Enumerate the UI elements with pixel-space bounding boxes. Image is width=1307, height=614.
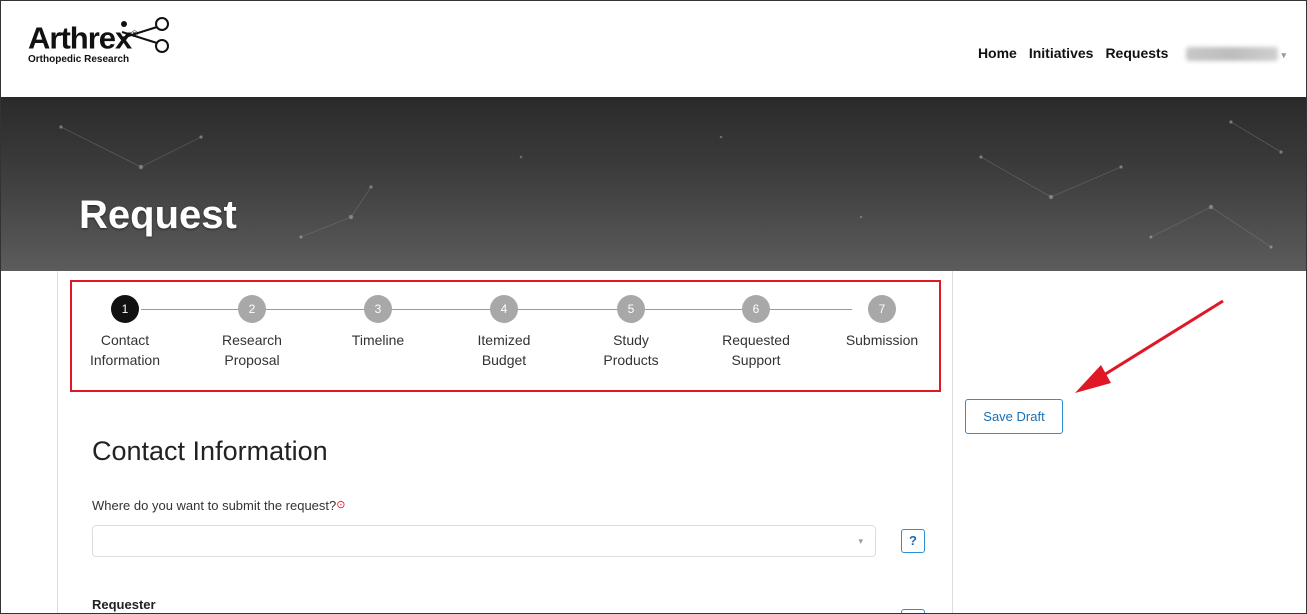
chevron-down-icon: ▾ (1281, 50, 1286, 60)
chevron-down-icon: ▾ (858, 536, 863, 546)
user-menu[interactable]: ▾ (1180, 45, 1286, 62)
arthrex-logo[interactable]: Arthrex® Orthopedic Research (28, 17, 169, 65)
requester-heading: Requester (92, 597, 156, 612)
page-title: Request (79, 193, 237, 237)
step-number-badge: 2 (238, 295, 266, 323)
nav-requests[interactable]: Requests (1105, 45, 1168, 61)
scissors-logo-icon (121, 17, 169, 53)
step-research-proposal[interactable]: 2 Research Proposal (197, 295, 307, 370)
step-study-products[interactable]: 5 Study Products (576, 295, 686, 370)
step-submission[interactable]: 7 Submission (827, 295, 937, 350)
help-button[interactable]: ? (901, 529, 925, 553)
step-number-badge: 5 (617, 295, 645, 323)
nav-initiatives[interactable]: Initiatives (1029, 45, 1094, 61)
step-number-badge: 7 (868, 295, 896, 323)
requester-help-button[interactable] (901, 609, 925, 613)
request-form-card: 1 Contact Information 2 Research Proposal … (57, 271, 953, 613)
save-draft-button[interactable]: Save Draft (965, 399, 1063, 434)
step-number-badge: 1 (111, 295, 139, 323)
step-label: Study Products (603, 332, 659, 368)
progress-stepper: 1 Contact Information 2 Research Proposal … (70, 280, 941, 392)
step-number-badge: 3 (364, 295, 392, 323)
app-window: Arthrex® Orthopedic Research Home Initia… (0, 0, 1307, 614)
step-timeline[interactable]: 3 Timeline (323, 295, 433, 350)
step-label: Contact Information (89, 332, 161, 368)
step-contact-information[interactable]: 1 Contact Information (70, 295, 180, 370)
top-navbar: Arthrex® Orthopedic Research Home Initia… (1, 1, 1306, 97)
question-text: Where do you want to submit the request? (92, 498, 337, 513)
step-label: Itemized Budget (477, 332, 531, 368)
step-itemized-budget[interactable]: 4 Itemized Budget (449, 295, 559, 370)
main-nav: Home Initiatives Requests ▾ (978, 45, 1286, 62)
required-icon: ⊙ (336, 499, 346, 511)
step-label: Requested Support (722, 332, 790, 368)
step-number-badge: 6 (742, 295, 770, 323)
step-label: Timeline (351, 332, 405, 348)
step-label: Research Proposal (222, 332, 282, 368)
step-number-badge: 4 (490, 295, 518, 323)
step-label: Submission (845, 332, 919, 348)
hero-banner: Request (1, 97, 1306, 271)
annotation-arrow-icon (1075, 299, 1224, 393)
submit-location-select[interactable]: ▾ (92, 525, 876, 557)
submit-location-label: Where do you want to submit the request?… (92, 498, 345, 513)
network-background-graphic (59, 120, 1283, 249)
step-requested-support[interactable]: 6 Requested Support (701, 295, 811, 370)
nav-home[interactable]: Home (978, 45, 1017, 61)
user-name-redacted (1186, 47, 1279, 62)
section-title: Contact Information (92, 436, 328, 466)
